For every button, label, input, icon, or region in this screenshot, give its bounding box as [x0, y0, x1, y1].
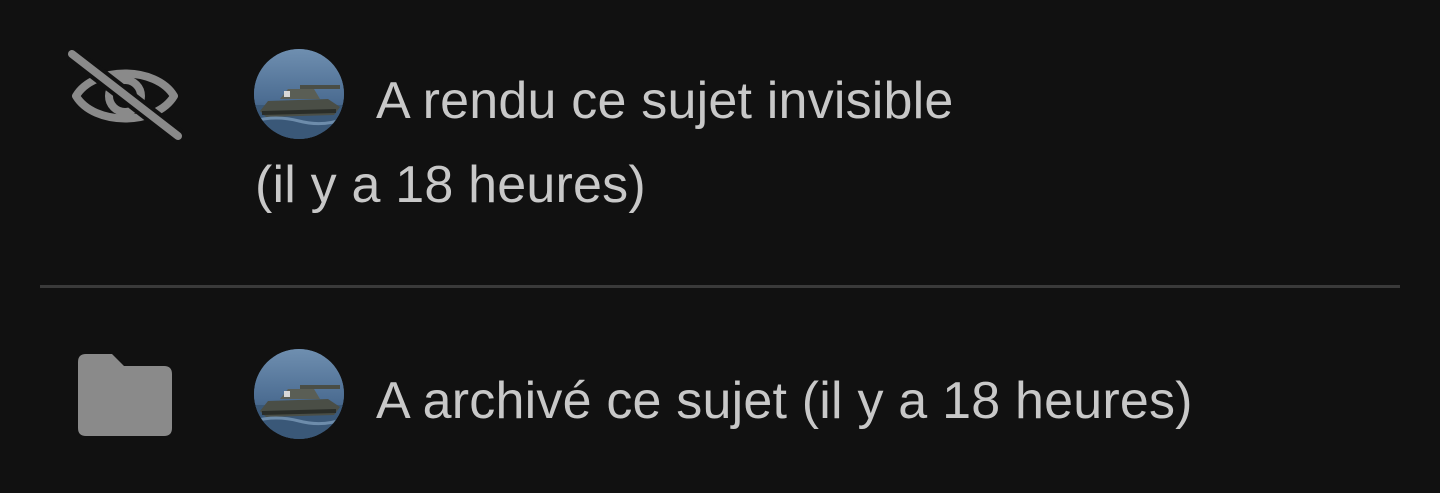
event-unlisted: A rendu ce sujet invisible (il y a 18 he… — [0, 0, 1440, 285]
avatar[interactable] — [254, 349, 344, 439]
event-archived: A archivé ce sujet (il y a 18 heures) — [0, 288, 1440, 493]
event-timestamp[interactable]: (il y a 18 heures) — [255, 155, 646, 215]
event-action-text: A rendu ce sujet invisible — [376, 72, 954, 130]
eye-slash-icon — [66, 47, 184, 149]
folder-icon — [78, 354, 172, 441]
event-action-text: A archivé ce sujet (il y a 18 heures) — [376, 372, 1193, 430]
avatar[interactable] — [254, 49, 344, 139]
